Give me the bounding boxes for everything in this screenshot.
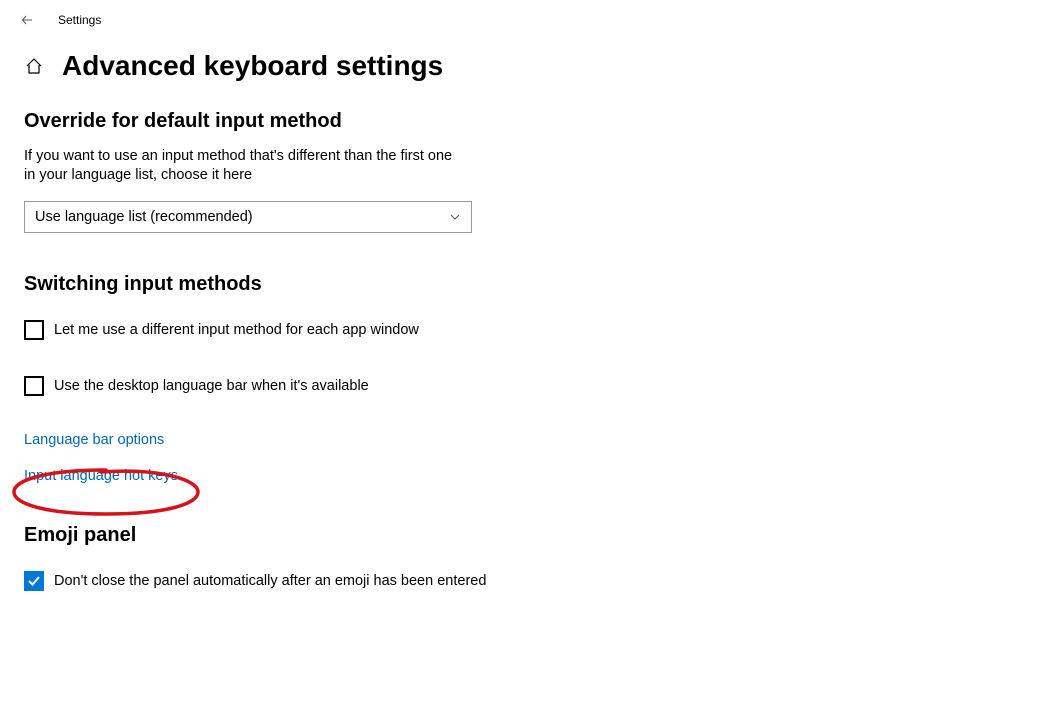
- checkbox-box: [24, 571, 44, 591]
- content-area: Advanced keyboard settings Override for …: [0, 40, 1057, 591]
- link-input-language-hotkeys[interactable]: Input language hot keys: [24, 468, 1033, 484]
- link-language-bar-options[interactable]: Language bar options: [24, 432, 1033, 448]
- home-icon: [25, 57, 43, 75]
- section-override: Override for default input method If you…: [24, 110, 1033, 233]
- checkbox-per-app-window[interactable]: Let me use a different input method for …: [24, 320, 1033, 340]
- checkbox-label: Don't close the panel automatically afte…: [54, 573, 486, 589]
- input-method-dropdown[interactable]: Use language list (recommended): [24, 201, 472, 233]
- titlebar: Settings: [0, 0, 1057, 40]
- override-description: If you want to use an input method that'…: [24, 147, 464, 185]
- page-header: Advanced keyboard settings: [24, 50, 1033, 82]
- dropdown-selected-value: Use language list (recommended): [35, 209, 253, 225]
- back-button[interactable]: [16, 8, 40, 32]
- section-title-override: Override for default input method: [24, 110, 1033, 133]
- arrow-left-icon: [20, 12, 36, 28]
- checkbox-emoji-panel-close[interactable]: Don't close the panel automatically afte…: [24, 571, 1033, 591]
- checkbox-label: Let me use a different input method for …: [54, 322, 419, 338]
- checkbox-box: [24, 376, 44, 396]
- chevron-down-icon: [449, 211, 461, 223]
- checkbox-label: Use the desktop language bar when it's a…: [54, 378, 369, 394]
- checkbox-desktop-language-bar[interactable]: Use the desktop language bar when it's a…: [24, 376, 1033, 396]
- app-title: Settings: [58, 13, 101, 27]
- section-switching: Switching input methods Let me use a dif…: [24, 273, 1033, 484]
- section-title-switching: Switching input methods: [24, 273, 1033, 296]
- page-title: Advanced keyboard settings: [62, 50, 443, 82]
- checkbox-box: [24, 320, 44, 340]
- section-title-emoji: Emoji panel: [24, 524, 1033, 547]
- section-emoji: Emoji panel Don't close the panel automa…: [24, 524, 1033, 591]
- home-button[interactable]: [24, 56, 44, 76]
